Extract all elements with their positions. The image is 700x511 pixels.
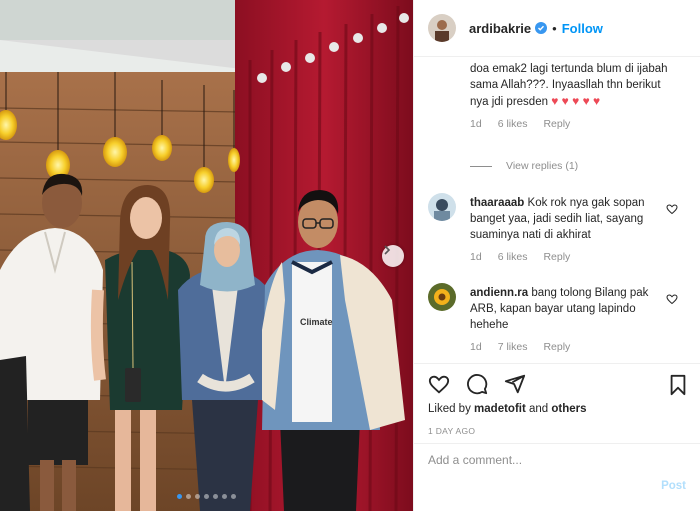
follow-button[interactable]: Follow bbox=[562, 21, 603, 36]
post-photo[interactable]: Climate bbox=[0, 0, 413, 511]
post-header: ardibakrie • Follow bbox=[414, 0, 700, 57]
commenter-username[interactable]: andienn.ra bbox=[470, 287, 528, 299]
like-heart-icon[interactable] bbox=[428, 373, 450, 395]
author-avatar[interactable] bbox=[428, 14, 456, 42]
post-timestamp[interactable]: 1 DAY AGO bbox=[414, 421, 700, 443]
carousel-indicator bbox=[0, 494, 413, 499]
comment-item: doa emak2 lagi tertunda blum di ijabah s… bbox=[470, 61, 678, 130]
carousel-dot bbox=[177, 494, 182, 499]
view-replies-button[interactable]: View replies (1) bbox=[470, 160, 578, 172]
carousel-dot bbox=[231, 494, 236, 499]
likes-user-link[interactable]: madetofit bbox=[474, 403, 526, 415]
likes-and: and bbox=[529, 403, 549, 415]
commenter-username[interactable]: thaaraaab bbox=[470, 197, 524, 209]
comment-time: 1d bbox=[470, 341, 482, 353]
avatar-image bbox=[428, 283, 456, 311]
comment-likes[interactable]: 7 likes bbox=[498, 341, 528, 353]
comment-item: thaaraaab Kok rok nya gak sopan banget y… bbox=[470, 195, 670, 263]
comment-bubble-icon[interactable] bbox=[466, 373, 488, 395]
share-paper-plane-icon[interactable] bbox=[504, 373, 526, 395]
carousel-dot bbox=[222, 494, 227, 499]
comment-like-heart-icon[interactable] bbox=[666, 293, 678, 305]
add-comment-section: Post bbox=[414, 443, 700, 511]
avatar-image bbox=[428, 193, 456, 221]
carousel-next-button[interactable] bbox=[382, 245, 404, 267]
red-heart-emoji-icon: ♥ ♥ ♥ ♥ ♥ bbox=[551, 94, 601, 108]
comment-input[interactable] bbox=[428, 450, 668, 470]
post-side-panel: ardibakrie • Follow doa emak2 lagi tertu… bbox=[413, 0, 700, 511]
chevron-right-icon bbox=[384, 245, 391, 255]
instagram-post: Climate ardibakrie • Follow doa emak2 la… bbox=[0, 0, 700, 511]
carousel-dot bbox=[213, 494, 218, 499]
comment-text: thaaraaab Kok rok nya gak sopan banget y… bbox=[470, 195, 670, 243]
comment-likes[interactable]: 6 likes bbox=[498, 251, 528, 263]
comment-text: andienn.ra bang tolong Bilang pak ARB, k… bbox=[470, 285, 670, 333]
likes-summary: Liked by madetofit and others bbox=[414, 403, 700, 421]
comment-meta: 1d 6 likes Reply bbox=[470, 251, 670, 263]
likes-others-link[interactable]: others bbox=[551, 403, 586, 415]
bookmark-icon[interactable] bbox=[668, 374, 688, 396]
comment-meta: 1d 6 likes Reply bbox=[470, 118, 678, 130]
view-replies-label: View replies (1) bbox=[506, 160, 579, 172]
comment-likes[interactable]: 6 likes bbox=[498, 118, 528, 130]
comment-like-heart-icon[interactable] bbox=[666, 203, 678, 215]
post-actions bbox=[414, 363, 700, 403]
comment-reply-button[interactable]: Reply bbox=[543, 341, 570, 353]
comment-text: doa emak2 lagi tertunda blum di ijabah s… bbox=[470, 61, 678, 110]
carousel-dot bbox=[204, 494, 209, 499]
avatar-image bbox=[428, 14, 456, 42]
carousel-dot bbox=[186, 494, 191, 499]
comment-time: 1d bbox=[470, 118, 482, 130]
likes-prefix: Liked by bbox=[428, 403, 471, 415]
comments-list: doa emak2 lagi tertunda blum di ijabah s… bbox=[414, 57, 700, 363]
commenter-avatar[interactable] bbox=[428, 193, 456, 221]
commenter-avatar[interactable] bbox=[428, 283, 456, 311]
comment-item: andienn.ra bang tolong Bilang pak ARB, k… bbox=[470, 285, 670, 353]
carousel-dot bbox=[195, 494, 200, 499]
verified-badge-icon bbox=[535, 22, 548, 34]
shirt-logo-text: Climate bbox=[300, 317, 333, 327]
author-username[interactable]: ardibakrie bbox=[469, 21, 531, 36]
photo-illustration: Climate bbox=[0, 0, 413, 511]
comment-reply-button[interactable]: Reply bbox=[543, 118, 570, 130]
comment-time: 1d bbox=[470, 251, 482, 263]
comment-meta: 1d 7 likes Reply bbox=[470, 341, 670, 353]
post-comment-button[interactable]: Post bbox=[661, 480, 686, 492]
header-separator: • bbox=[552, 20, 557, 36]
replies-line bbox=[470, 165, 492, 167]
comment-reply-button[interactable]: Reply bbox=[543, 251, 570, 263]
